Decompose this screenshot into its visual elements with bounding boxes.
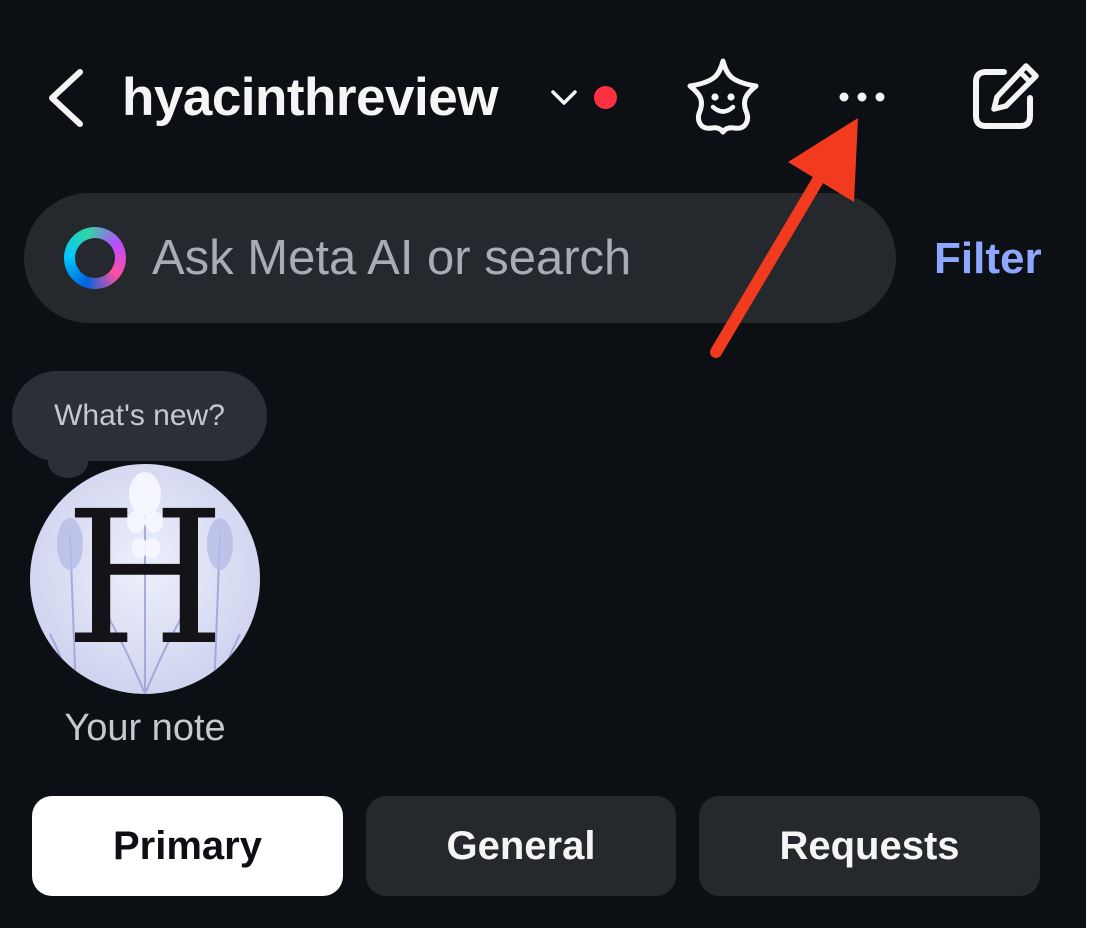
switch-account-button[interactable] (548, 84, 580, 112)
avatar[interactable]: H (30, 464, 260, 694)
chevron-left-icon (49, 69, 83, 127)
search-placeholder[interactable]: Ask Meta AI or search (152, 223, 631, 293)
account-title[interactable]: hyacinthreview (122, 62, 498, 134)
more-options-button[interactable] (830, 80, 894, 114)
tab-general[interactable]: General (366, 796, 676, 896)
avatar-letter: H (64, 472, 226, 686)
right-edge-strip (1086, 0, 1096, 928)
compose-button[interactable] (964, 58, 1044, 138)
compose-icon (973, 63, 1039, 129)
tab-requests[interactable]: Requests (699, 796, 1040, 896)
your-note-label: Your note (64, 707, 226, 749)
meta-ai-ring-icon (64, 227, 126, 289)
note-bubble-text: What's new? (54, 399, 225, 432)
header-bar: hyacinthreview (0, 0, 1086, 190)
note-bubble[interactable]: What's new? (12, 371, 267, 461)
tab-primary[interactable]: Primary (32, 796, 343, 896)
notification-dot (594, 86, 617, 109)
more-horizontal-icon (839, 92, 885, 102)
chevron-down-icon (551, 90, 577, 105)
filter-button[interactable]: Filter (934, 224, 1042, 294)
back-button[interactable] (40, 62, 96, 134)
annotation-arrow-icon (710, 118, 858, 358)
